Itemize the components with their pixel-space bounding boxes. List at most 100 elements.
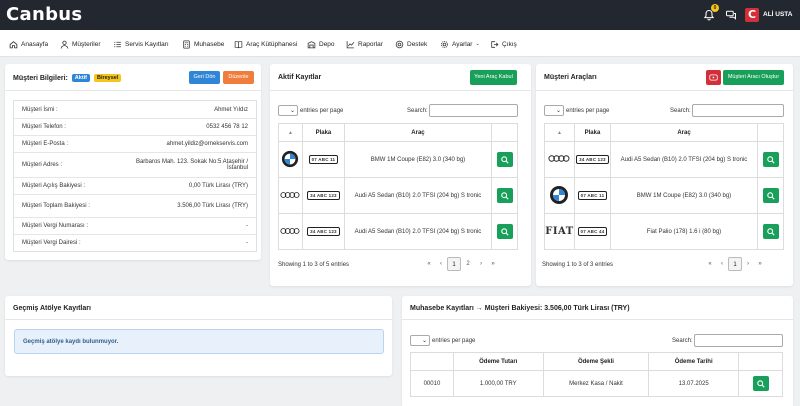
view-vehicle-button[interactable] [762, 188, 779, 203]
sort-column-header[interactable] [410, 352, 454, 371]
book-icon [234, 40, 243, 48]
sort-column-header[interactable]: ▲ [278, 123, 303, 142]
column-header-vehicle[interactable]: Araç [609, 123, 759, 142]
vehicle-name: BMW 1M Coupe (E82) 3.0 (340 bg) [609, 177, 759, 214]
view-vehicle-button[interactable] [762, 224, 779, 239]
edit-button[interactable]: Düzenle [223, 71, 254, 84]
back-button[interactable]: Geri Dön [189, 71, 220, 84]
table-row: FIAT 07 ABC 44 Fiat Palio (178) 1.6 i (8… [544, 213, 784, 250]
nav-reports[interactable]: Raporlar [346, 39, 383, 49]
plate-number: 34 ABC 123 [576, 155, 609, 164]
accounting-table: Ödeme Tutarı Ödeme Şekli Ödeme Tarihi 00… [410, 352, 783, 397]
page-next[interactable]: › [475, 257, 487, 271]
youtube-icon [709, 74, 718, 81]
customer-row-opening-balance: Müşteri Açılış Bakiyesi :0,00 Türk Liras… [14, 177, 256, 194]
audi-logo [278, 213, 303, 250]
column-header-actions [757, 123, 784, 142]
column-header-plate[interactable]: Plaka [301, 123, 345, 142]
column-header-plate[interactable]: Plaka [573, 123, 611, 142]
view-payment-button[interactable] [752, 376, 769, 391]
nav-vehicle-library[interactable]: Araç Kütüphanesi [234, 39, 297, 49]
nav-home[interactable]: Anasayfa [9, 39, 48, 49]
column-header-amount[interactable]: Ödeme Tutarı [452, 352, 544, 371]
view-record-button[interactable] [496, 224, 513, 239]
page-last[interactable]: » [754, 257, 766, 271]
create-vehicle-button[interactable]: Müşteri Aracı Oluştur [723, 70, 784, 85]
bmw-logo [544, 177, 575, 214]
page-first[interactable]: « [423, 257, 435, 271]
vehicle-name: Audi A5 Sedan (B10) 2.0 TFSI (204 bg) S … [343, 177, 493, 214]
customer-vehicles-header: Müşteri Araçları Müşteri Aracı Oluştur [536, 64, 793, 91]
payment-date: 13.07.2025 [648, 370, 740, 397]
active-records-header: Aktif Kayıtlar Yeni Araç Kabul [270, 64, 531, 91]
page-prev[interactable]: ‹ [716, 257, 728, 271]
logout-icon [491, 40, 499, 48]
messages-icon[interactable] [725, 9, 737, 21]
nav-support[interactable]: Destek [395, 39, 427, 49]
column-header-method[interactable]: Ödeme Şekli [542, 352, 650, 371]
user-name[interactable]: ALİ USTA [763, 11, 793, 18]
vehicle-name: Audi A5 Sedan (B10) 2.0 TFSI (204 bg) S … [343, 213, 493, 250]
customer-row-email: Müşteri E-Posta : ahmet.yildiz@ornekservi… [14, 135, 256, 152]
entries-per-page-select[interactable]: ⌄ [278, 105, 298, 116]
column-header-date[interactable]: Ödeme Tarihi [648, 352, 740, 371]
entries-per-page-select[interactable]: ⌄ [410, 335, 430, 346]
customer-row-phone: Müşteri Telefon :0532 456 78 12 [14, 118, 256, 135]
search-input[interactable] [694, 334, 783, 347]
support-icon [395, 40, 404, 48]
search-icon [766, 227, 775, 236]
list-icon [114, 41, 121, 47]
view-record-button[interactable] [496, 188, 513, 203]
table-row: 34 ABC 123 Audi A5 Sedan (B10) 2.0 TFSI … [278, 177, 518, 214]
brand-logo[interactable]: Canbus [6, 4, 82, 25]
page-last[interactable]: » [487, 257, 499, 271]
workshop-history-title: Geçmiş Atölye Kayıtları [13, 305, 91, 312]
chevron-down-icon: ⌄ [289, 108, 295, 114]
search-input[interactable] [429, 104, 518, 117]
page-1[interactable]: 1 [447, 257, 461, 271]
warehouse-icon [307, 40, 316, 48]
nav-service-records[interactable]: Servis Kayıtları [113, 39, 169, 49]
plate-number: 07 ABC 44 [577, 227, 608, 236]
nav-settings[interactable]: Ayarlar ⌄ [440, 39, 480, 49]
plate-number: 34 ABC 123 [307, 191, 340, 200]
page-next[interactable]: › [742, 257, 754, 271]
nav-customers[interactable]: Müşteriler [60, 39, 101, 49]
table-row: 34 ABC 123 Audi A5 Sedan (B10) 2.0 TFSI … [544, 141, 784, 178]
search-label: Search: [407, 108, 428, 114]
customer-vehicles-title: Müşteri Araçları [544, 74, 597, 81]
accounting-header: Muhasebe Kayıtları → Müşteri Bakiyesi: 3… [402, 296, 793, 320]
page-2[interactable]: 2 [461, 257, 475, 271]
search-icon [500, 227, 509, 236]
nav-logout[interactable]: Çıkış [490, 39, 517, 49]
customer-vehicles-table: ▲ Plaka Araç 34 ABC 123 Audi A5 Sedan (B… [544, 123, 784, 250]
view-vehicle-button[interactable] [762, 152, 779, 167]
new-vehicle-intake-button[interactable]: Yeni Araç Kabul [470, 70, 517, 85]
vehicle-name: Audi A5 Sedan (B10) 2.0 TFSI (204 bg) S … [609, 141, 759, 178]
nav-accounting[interactable]: Muhasebe [182, 39, 224, 49]
record-number: 00010 [410, 370, 454, 397]
table-row: 07 ABC 11 BMW 1M Coupe (E82) 3.0 (340 bg… [544, 177, 784, 214]
entries-per-page-select[interactable]: ⌄ [544, 105, 564, 116]
page-prev[interactable]: ‹ [435, 257, 447, 271]
nav-warehouse[interactable]: Depo [307, 39, 335, 49]
chevron-down-icon: ⌄ [421, 338, 427, 344]
search-input[interactable] [692, 104, 784, 117]
top-bar: Canbus 0 C ALİ USTA [0, 0, 800, 30]
main-nav: Anasayfa Müşteriler Servis Kayıtları Muh… [0, 30, 800, 57]
column-header-vehicle[interactable]: Araç [343, 123, 493, 142]
view-record-button[interactable] [496, 152, 513, 167]
page-first[interactable]: « [704, 257, 716, 271]
audi-logo [278, 177, 303, 214]
page-1[interactable]: 1 [728, 257, 742, 271]
youtube-button[interactable] [706, 70, 721, 85]
search-label: Search: [672, 338, 693, 344]
search-label: Search: [670, 108, 691, 114]
payment-amount: 1.000,00 TRY [452, 370, 544, 397]
sort-column-header[interactable]: ▲ [544, 123, 575, 142]
chevron-down-icon: ⌄ [475, 41, 480, 47]
customer-row-address: Müşteri Adres : Barbaros Mah. 123. Sokak … [14, 152, 256, 177]
active-records-panel: Aktif Kayıtlar Yeni Araç Kabul ⌄ entries… [270, 64, 531, 286]
pagination: « ‹ 1 2 › » [423, 257, 499, 271]
search-icon [766, 155, 775, 164]
